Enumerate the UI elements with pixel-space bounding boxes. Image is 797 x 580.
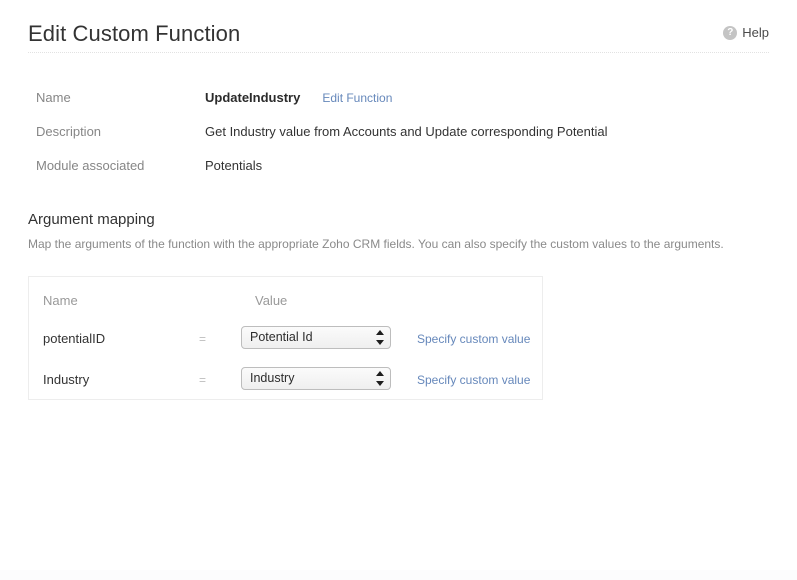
column-header-value: Value [255, 293, 288, 308]
help-label: Help [742, 25, 769, 40]
column-header-name: Name [43, 293, 78, 308]
argument-name-potentialid: potentialID [43, 331, 106, 346]
detail-row-module: Module associated Potentials [36, 156, 736, 190]
argument-mapping-panel: Name Value potentialID = Potential Id Sp… [28, 276, 543, 400]
column-header-spacer [199, 277, 241, 318]
page-root: Edit Custom Function ? Help Name UpdateI… [0, 0, 797, 580]
specify-custom-value-link-industry[interactable]: Specify custom value [417, 373, 530, 387]
page-title: Edit Custom Function [28, 21, 241, 46]
detail-label-name: Name [36, 90, 71, 105]
argument-name-industry: Industry [43, 372, 90, 387]
help-button[interactable]: ? Help [723, 26, 769, 40]
argument-mapping-description: Map the arguments of the function with t… [28, 237, 724, 251]
detail-value-module: Potentials [205, 158, 263, 173]
page-bottom-strip [0, 570, 797, 580]
equals-symbol: = [199, 372, 207, 387]
value-select-potentialid[interactable]: Potential Id [241, 325, 391, 349]
custom-value-cell: Specify custom value [417, 359, 542, 400]
detail-value-name: UpdateIndustry [205, 90, 301, 105]
header-divider [28, 52, 769, 53]
table-row: Industry = Industry Specify custom value [29, 359, 542, 400]
detail-label-module: Module associated [36, 158, 145, 173]
value-select-wrapper: Industry [241, 366, 391, 390]
equals-symbol: = [199, 331, 207, 346]
value-cell: Industry [241, 359, 417, 400]
argument-mapping-table: Name Value potentialID = Potential Id Sp… [29, 277, 542, 400]
edit-function-link[interactable]: Edit Function [322, 88, 392, 108]
page-header: Edit Custom Function ? Help [28, 20, 769, 52]
detail-label-description: Description [36, 124, 102, 139]
specify-custom-value-link-potentialid[interactable]: Specify custom value [417, 332, 530, 346]
detail-row-name: Name UpdateIndustry Edit Function [36, 88, 736, 122]
question-mark-circle-icon: ? [723, 26, 738, 40]
argument-mapping-section: Argument mapping Map the arguments of th… [28, 210, 748, 253]
function-details: Name UpdateIndustry Edit Function Descri… [36, 88, 736, 190]
detail-value-description: Get Industry value from Accounts and Upd… [205, 124, 608, 139]
value-cell: Potential Id [241, 318, 417, 359]
value-select-industry[interactable]: Industry [241, 366, 391, 390]
column-header-action [417, 277, 542, 318]
custom-value-cell: Specify custom value [417, 318, 542, 359]
detail-row-description: Description Get Industry value from Acco… [36, 122, 736, 156]
table-row: potentialID = Potential Id Specify custo… [29, 318, 542, 359]
table-header-row: Name Value [29, 277, 542, 318]
value-select-wrapper: Potential Id [241, 325, 391, 349]
argument-mapping-title: Argument mapping [28, 211, 155, 228]
